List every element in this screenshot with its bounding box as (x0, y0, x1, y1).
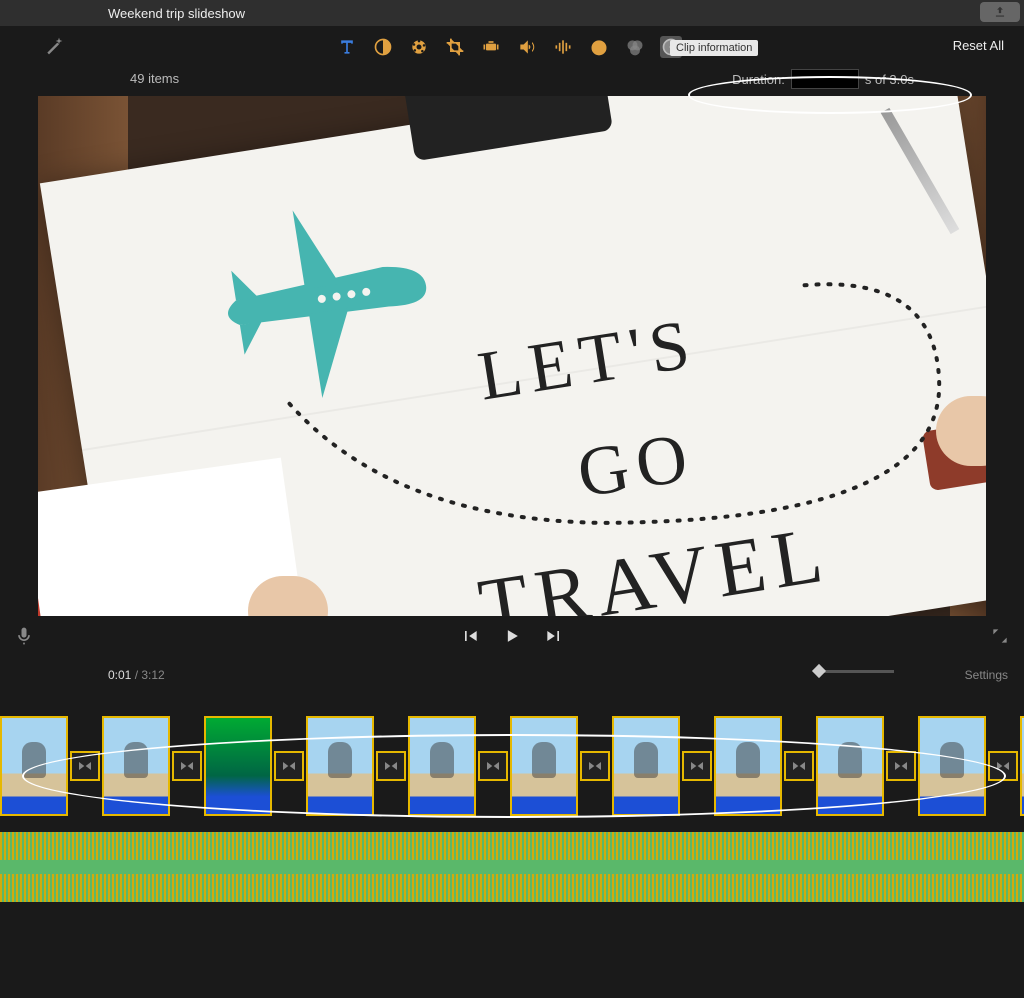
noise-reduction-icon[interactable] (552, 36, 574, 58)
voiceover-button[interactable] (14, 626, 34, 651)
color-correction-icon[interactable] (408, 36, 430, 58)
fullscreen-button[interactable] (990, 626, 1010, 651)
filter-icon[interactable] (624, 36, 646, 58)
airplane-graphic (181, 167, 475, 445)
timeline-settings-button[interactable]: Settings (965, 668, 1008, 682)
reset-all-button[interactable]: Reset All (953, 38, 1004, 53)
timeline-clip[interactable] (612, 716, 680, 816)
transition-icon[interactable] (376, 751, 406, 781)
tooltip: Clip information (670, 40, 758, 56)
speed-icon[interactable] (588, 36, 610, 58)
playhead-time: 0:01 / 3:12 (108, 668, 165, 682)
timeline-clip[interactable] (306, 716, 374, 816)
timeline-clip[interactable] (510, 716, 578, 816)
timeline-clip[interactable] (816, 716, 884, 816)
color-balance-icon[interactable] (372, 36, 394, 58)
play-button[interactable] (502, 626, 522, 651)
preview-viewer: LET'S GO TRAVEL (38, 96, 986, 616)
timeline-clip[interactable] (408, 716, 476, 816)
zoom-slider[interactable] (814, 670, 894, 673)
duration-input[interactable] (791, 69, 859, 89)
transition-icon[interactable] (886, 751, 916, 781)
transport-bar (0, 616, 1024, 660)
magic-wand-button[interactable] (44, 36, 64, 61)
share-button[interactable] (980, 2, 1020, 22)
sub-toolbar: 49 items Duration: s of 3.0s (0, 66, 1024, 96)
next-button[interactable] (544, 626, 564, 651)
timeline-clip[interactable] (0, 716, 68, 816)
clips-row (0, 716, 1024, 816)
inspector-toolbar: Reset All (0, 26, 1024, 66)
transition-icon[interactable] (784, 751, 814, 781)
timeline-clip[interactable] (918, 716, 986, 816)
transition-icon[interactable] (580, 751, 610, 781)
transition-icon[interactable] (274, 751, 304, 781)
transition-icon[interactable] (70, 751, 100, 781)
timeline-clip[interactable] (204, 716, 272, 816)
duration-label: Duration: (732, 72, 785, 87)
duration-control: Duration: s of 3.0s (732, 69, 914, 89)
stabilization-icon[interactable] (480, 36, 502, 58)
transition-icon[interactable] (988, 751, 1018, 781)
text-tool-icon[interactable] (336, 36, 358, 58)
transition-icon[interactable] (682, 751, 712, 781)
title-bar: Weekend trip slideshow (0, 0, 1024, 26)
transition-icon[interactable] (172, 751, 202, 781)
crop-icon[interactable] (444, 36, 466, 58)
duration-suffix: s of 3.0s (865, 72, 914, 87)
project-title: Weekend trip slideshow (108, 6, 245, 21)
audio-track[interactable] (0, 832, 1024, 902)
timeline-clip[interactable] (102, 716, 170, 816)
prev-button[interactable] (460, 626, 480, 651)
item-count-label: 49 items (130, 71, 179, 86)
timeline[interactable] (0, 690, 1024, 970)
timeline-clip[interactable] (714, 716, 782, 816)
transition-icon[interactable] (478, 751, 508, 781)
volume-icon[interactable] (516, 36, 538, 58)
timeline-header: 0:01 / 3:12 Settings (0, 660, 1024, 690)
timeline-clip[interactable] (1020, 716, 1024, 816)
